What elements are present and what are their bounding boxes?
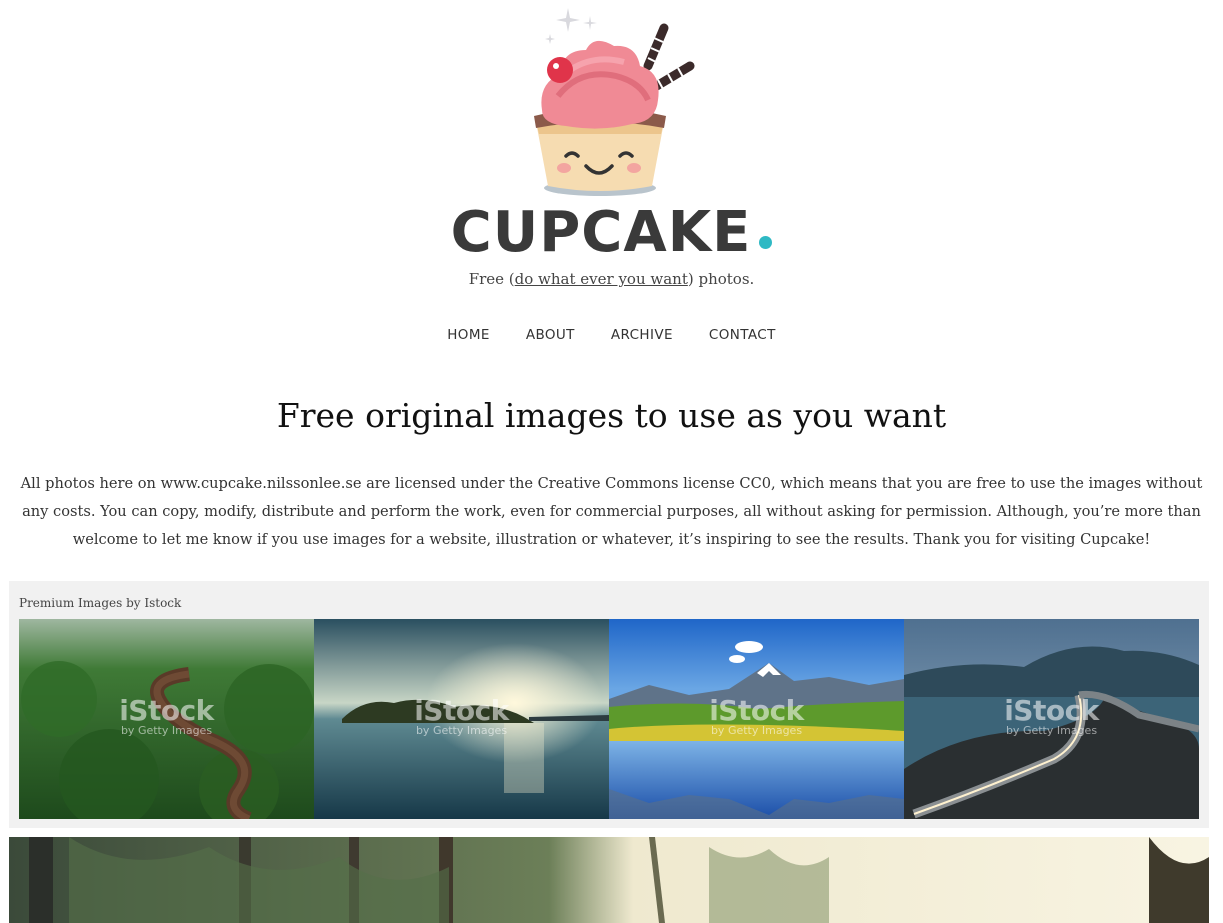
- istock-watermark: iStock by Getty Images: [119, 694, 214, 737]
- nav-about[interactable]: ABOUT: [526, 327, 575, 343]
- istock-thumbnails: iStock by Getty Images iStock by Getty I…: [19, 619, 1199, 819]
- istock-panel: Premium Images by Istock iStock by Getty…: [9, 581, 1209, 828]
- tagline-prefix: Free (: [468, 270, 515, 288]
- site-tagline: Free (do what ever you want) photos.: [0, 270, 1223, 288]
- istock-watermark: iStock by Getty Images: [709, 694, 804, 737]
- brand-dot: [759, 236, 773, 249]
- tagline-link[interactable]: do what ever you want: [515, 270, 688, 288]
- featured-photo[interactable]: [9, 837, 1209, 923]
- main-nav: HOME ABOUT ARCHIVE CONTACT: [0, 327, 1223, 343]
- nav-archive[interactable]: ARCHIVE: [611, 327, 673, 343]
- istock-thumb-forest[interactable]: iStock by Getty Images: [19, 619, 314, 819]
- istock-thumb-road[interactable]: iStock by Getty Images: [904, 619, 1199, 819]
- istock-thumb-alps[interactable]: iStock by Getty Images: [609, 619, 904, 819]
- site-title[interactable]: CUPCAKE: [451, 200, 752, 265]
- intro-text: All photos here on www.cupcake.nilssonle…: [20, 475, 1203, 548]
- istock-thumb-lake[interactable]: iStock by Getty Images: [314, 619, 609, 819]
- istock-watermark: iStock by Getty Images: [414, 694, 509, 737]
- nav-contact[interactable]: CONTACT: [709, 327, 776, 343]
- istock-label: Premium Images by Istock: [19, 596, 182, 610]
- forest-hero-image: [9, 837, 1209, 923]
- nav-home[interactable]: HOME: [447, 327, 490, 343]
- istock-watermark: iStock by Getty Images: [1004, 694, 1099, 737]
- tagline-suffix: ) photos.: [687, 270, 755, 288]
- site-brand[interactable]: CUPCAKE: [0, 198, 1223, 268]
- page-headline: Free original images to use as you want: [276, 396, 947, 435]
- cupcake-logo[interactable]: [520, 4, 710, 200]
